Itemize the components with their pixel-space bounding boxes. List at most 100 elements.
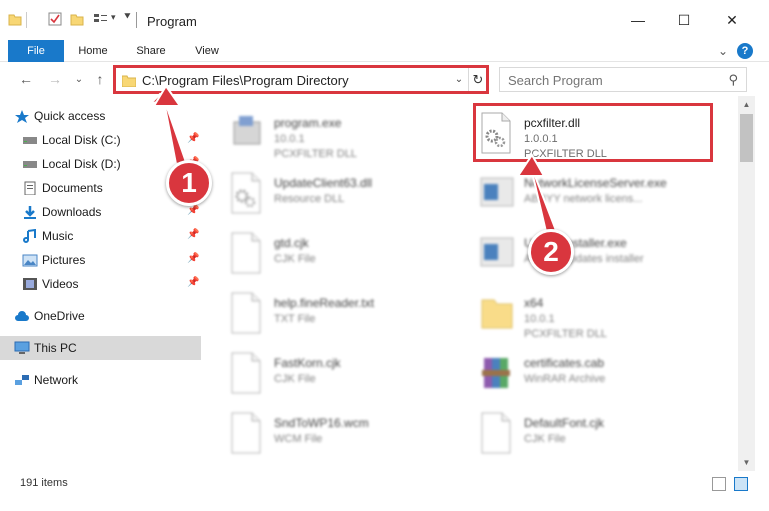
dll-gear-icon [481,112,511,154]
sidebar-item-downloads[interactable]: Downloads 📌 [0,200,201,224]
title-bar: ▾ ⯆ Program — ☐ ✕ [0,0,769,40]
navigation-bar: ← → ⌄ ↑ C:\Program Files\Program Directo… [0,62,769,96]
item-count: 191 items [20,477,68,489]
minimize-button[interactable]: — [615,0,661,40]
app-window-icon [480,237,514,267]
forward-button[interactable]: → [46,70,64,88]
search-box[interactable]: ⚲ [499,67,747,92]
dll-gear-icon [231,172,261,214]
file-item[interactable]: program.exe 10.0.1 PCXFILTER DLL [224,104,464,164]
file-item[interactable]: gtd.cjk CJK File [224,224,464,284]
file-item[interactable]: SndToWP16.wcm WCM File [224,404,464,464]
tab-home[interactable]: Home [70,40,116,62]
chevron-down-icon[interactable]: ▾ [111,12,116,23]
app-window-icon [480,177,514,207]
status-bar: 191 items [0,472,769,496]
back-button[interactable]: ← [17,70,35,88]
pin-icon[interactable]: 📌 [187,205,199,216]
cloud-icon [15,311,29,321]
sidebar-item-label: OneDrive [34,309,85,323]
tab-share[interactable]: Share [128,40,174,62]
sidebar-item-label: Documents [42,181,103,195]
pin-icon[interactable]: 📌 [187,133,199,144]
title-separator [136,12,137,28]
search-input[interactable] [508,72,708,88]
sidebar-item-network[interactable]: Network [0,368,201,392]
sidebar-item-label: Local Disk (C:) [42,133,121,147]
file-detail-1: TXT File [274,313,316,325]
qa-separator [26,12,27,28]
properties-icon[interactable] [48,12,62,26]
close-button[interactable]: ✕ [709,0,755,40]
file-detail-2: PCXFILTER DLL [274,148,357,160]
file-item[interactable]: FastKorn.cjk CJK File [224,344,464,404]
drive-icon [23,161,37,168]
maximize-button[interactable]: ☐ [661,0,707,40]
file-item[interactable]: certificates.cab WinRAR Archive [474,344,714,404]
step-1-badge: 1 [166,160,212,206]
file-item[interactable]: help.fineReader.txt TXT File [224,284,464,344]
file-name: certificates.cab [524,356,605,370]
file-item-pcxfilter-dll[interactable]: pcxfilter.dll 1.0.0.1 PCXFILTER DLL [474,104,714,164]
file-item[interactable]: UpdateClient63.dll Resource DLL [224,164,464,224]
file-detail-1: WCM File [274,433,323,445]
new-folder-icon[interactable] [70,12,84,26]
file-icon [231,412,261,454]
refresh-button[interactable]: ↻ [468,68,487,91]
help-icon[interactable]: ? [737,43,753,59]
pin-icon[interactable]: 📌 [187,277,199,288]
details-view-icon[interactable] [712,477,726,491]
file-name: x64 [524,296,544,310]
network-icon [15,375,29,385]
navigation-pane: Quick access Local Disk (C:) 📌 Local Disk (… [0,100,208,465]
ribbon-tabs: File Home Share View ⌄ ? [0,40,769,62]
scroll-thumb[interactable] [740,114,753,162]
file-item[interactable]: x64 10.0.1 PCXFILTER DLL [474,284,714,344]
scroll-down-icon[interactable]: ▼ [738,454,755,471]
vertical-scrollbar[interactable]: ▲ ▼ [738,96,755,471]
address-path[interactable]: C:\Program Files\Program Directory [142,73,349,88]
pin-icon[interactable]: 📌 [187,253,199,264]
large-icons-view-icon[interactable] [734,477,748,491]
sidebar-item-quick-access[interactable]: Quick access [0,104,201,128]
chevron-down-icon[interactable]: ⌄ [452,70,466,89]
sidebar-item-label: Music [42,229,74,243]
file-item[interactable]: UpdateInstaller.exe ABBYY updates install… [474,224,714,284]
folder-icon [481,299,513,329]
address-bar[interactable]: C:\Program Files\Program Directory ⌄ ↻ [115,67,487,92]
file-detail-1: 10.0.1 [524,313,555,325]
pin-icon[interactable]: 📌 [187,229,199,240]
file-item[interactable]: NetworkLicenseServer.exe ABBYY network li… [474,164,714,224]
computer-icon [14,341,30,354]
file-item[interactable]: DefaultFont.cjk CJK File [474,404,714,464]
file-icon [481,412,511,454]
music-icon [23,229,36,243]
scroll-up-icon[interactable]: ▲ [738,96,755,113]
search-icon[interactable]: ⚲ [728,72,738,88]
recent-locations-button[interactable]: ⌄ [70,70,88,88]
pictures-icon [22,254,38,267]
file-name: pcxfilter.dll [524,116,581,130]
file-name: DefaultFont.cjk [524,416,605,430]
sidebar-item-onedrive[interactable]: OneDrive [0,304,201,328]
up-button[interactable]: ↑ [91,70,109,88]
exe-icon [233,116,261,145]
step-2-badge: 2 [528,229,574,275]
file-name: gtd.cjk [274,236,309,250]
customize-quick-access-icon[interactable]: ⯆ [123,11,132,24]
sidebar-item-local-disk-c[interactable]: Local Disk (C:) 📌 [0,128,201,152]
tab-view[interactable]: View [184,40,230,62]
folder-icon[interactable] [8,12,22,26]
customize-view-icon[interactable] [93,12,111,26]
sidebar-item-videos[interactable]: Videos 📌 [0,272,201,296]
sidebar-item-pictures[interactable]: Pictures 📌 [0,248,201,272]
collapse-ribbon-icon[interactable]: ⌄ [715,43,731,59]
sidebar-item-this-pc[interactable]: This PC [0,336,201,360]
sidebar-item-music[interactable]: Music 📌 [0,224,201,248]
tab-file[interactable]: File [8,40,64,62]
file-detail-1: Resource DLL [274,193,345,205]
star-icon [15,110,29,123]
file-icon [231,352,261,394]
download-icon [24,206,36,219]
documents-icon [24,181,36,195]
